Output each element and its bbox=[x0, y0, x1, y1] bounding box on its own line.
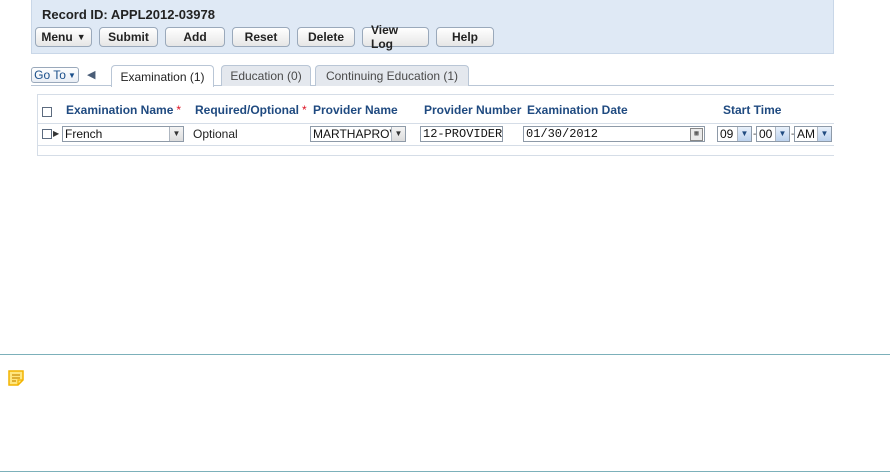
reset-button[interactable]: Reset bbox=[232, 27, 290, 47]
row-indicator-icon: ▶ bbox=[53, 129, 60, 138]
record-id: Record ID: APPL2012-03978 bbox=[42, 7, 215, 22]
chevron-down-icon: ▼ bbox=[817, 127, 831, 141]
col-provider-number: Provider Number bbox=[424, 103, 522, 117]
provider-number-input[interactable]: 12-PROVIDER- bbox=[420, 126, 503, 142]
goto-caret-icon: ▼ bbox=[67, 70, 76, 80]
note-panel bbox=[0, 354, 890, 472]
examination-date-value: 01/30/2012 bbox=[526, 127, 599, 141]
col-required-optional-label: Required/Optional bbox=[195, 103, 300, 117]
start-ampm-select[interactable]: AM ▼ bbox=[794, 126, 832, 142]
provider-name-value: MARTHAPROV bbox=[313, 127, 398, 141]
goto-button[interactable]: Go To ▼ bbox=[31, 67, 79, 83]
row-checkbox[interactable] bbox=[42, 129, 52, 139]
provider-name-select[interactable]: MARTHAPROV ▼ bbox=[310, 126, 406, 142]
col-provider-name: Provider Name bbox=[313, 103, 398, 117]
required-marker: * bbox=[302, 103, 307, 117]
examination-name-select[interactable]: French ▼ bbox=[62, 126, 184, 142]
menu-button-label: Menu bbox=[41, 30, 73, 44]
examination-grid: Examination Name * Required/Optional * Pro… bbox=[37, 94, 834, 156]
tab-continuing-education[interactable]: Continuing Education (1) bbox=[315, 65, 469, 86]
submit-button[interactable]: Submit bbox=[99, 27, 158, 47]
chevron-down-icon: ▼ bbox=[169, 127, 183, 141]
goto-label: Go To bbox=[34, 68, 66, 82]
col-examination-date: Examination Date bbox=[527, 103, 628, 117]
note-icon bbox=[8, 370, 24, 386]
start-minute-value: 00 bbox=[759, 127, 773, 141]
grid-header: Examination Name * Required/Optional * Pro… bbox=[38, 95, 834, 124]
add-button[interactable]: Add bbox=[165, 27, 225, 47]
record-header: Record ID: APPL2012-03978 Menu ▼ Submit A… bbox=[31, 0, 834, 54]
examination-name-value: French bbox=[65, 127, 103, 141]
required-optional-value: Optional bbox=[193, 127, 238, 141]
view-log-button[interactable]: View Log bbox=[362, 23, 429, 51]
menu-caret-icon: ▼ bbox=[76, 32, 86, 42]
start-minute-select[interactable]: 00 ▼ bbox=[756, 126, 790, 142]
select-all-checkbox[interactable] bbox=[42, 107, 52, 117]
scroll-left-icon[interactable]: ◀ bbox=[87, 68, 95, 81]
menu-button[interactable]: Menu ▼ bbox=[35, 27, 92, 47]
examination-date-input[interactable]: 01/30/2012 ▦ bbox=[523, 126, 705, 142]
chevron-down-icon: ▼ bbox=[737, 127, 751, 141]
col-examination-name: Examination Name * bbox=[66, 103, 181, 117]
tab-education[interactable]: Education (0) bbox=[221, 65, 311, 86]
tab-examination[interactable]: Examination (1) bbox=[111, 65, 214, 87]
start-hour-select[interactable]: 09 ▼ bbox=[717, 126, 752, 142]
table-row[interactable]: ▶ French ▼ Optional MARTHAPROV ▼ 12-PROV… bbox=[38, 123, 834, 146]
chevron-down-icon: ▼ bbox=[775, 127, 789, 141]
start-hour-value: 09 bbox=[720, 127, 734, 141]
chevron-down-icon: ▼ bbox=[391, 127, 405, 141]
delete-button[interactable]: Delete bbox=[297, 27, 355, 47]
col-examination-name-label: Examination Name bbox=[66, 103, 174, 117]
required-marker: * bbox=[176, 103, 182, 117]
help-button[interactable]: Help bbox=[436, 27, 494, 47]
calendar-icon[interactable]: ▦ bbox=[690, 128, 703, 141]
tab-bar: Go To ▼ ◀ Examination (1) Education (0) C… bbox=[31, 65, 834, 87]
col-start-time: Start Time bbox=[723, 103, 782, 117]
toolbar: Menu ▼ Submit Add Reset Delete View Log H… bbox=[35, 23, 494, 51]
col-required-optional: Required/Optional * bbox=[195, 103, 307, 117]
start-ampm-value: AM bbox=[797, 127, 815, 141]
